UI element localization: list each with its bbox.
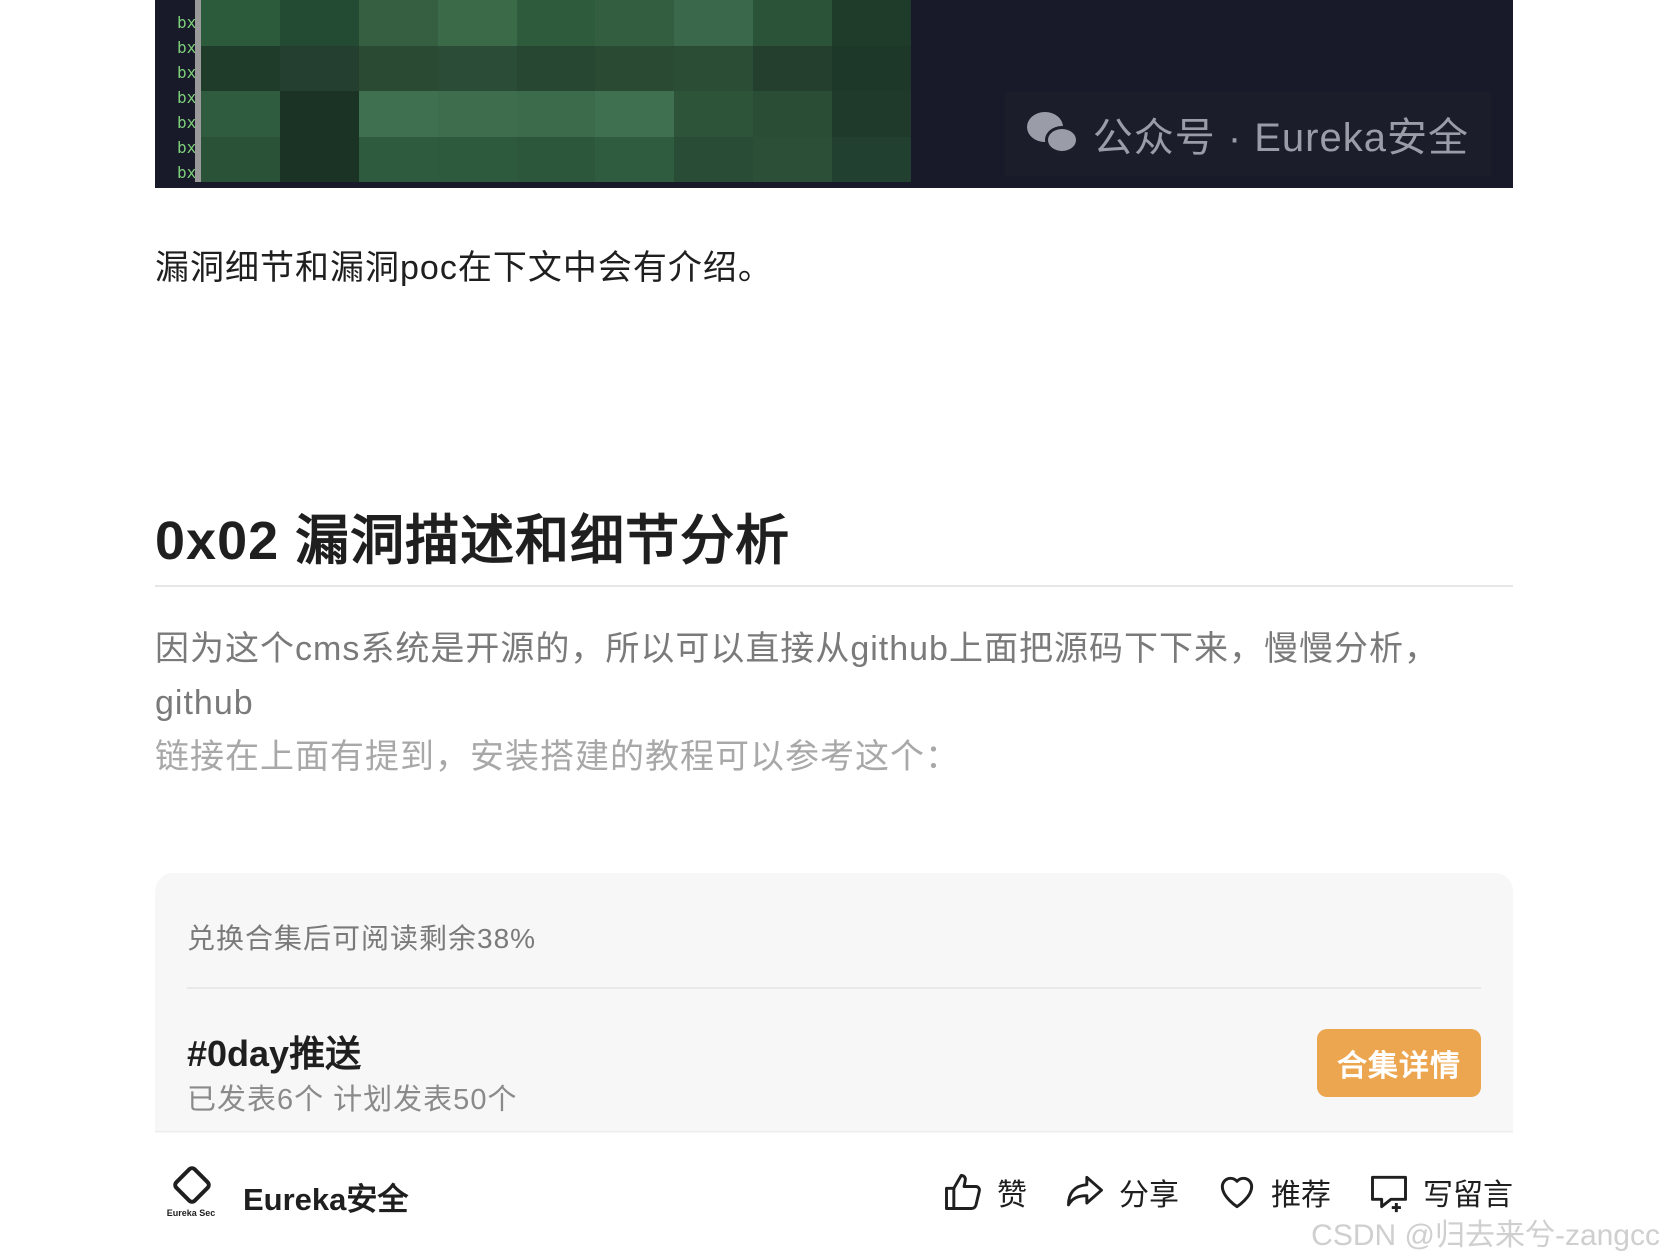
- mosaic-cell: [516, 45, 596, 91]
- mosaic-cell: [437, 45, 517, 91]
- mosaic-cell: [753, 91, 833, 137]
- mosaic-cell: [674, 45, 754, 91]
- mosaic-cell: [516, 0, 596, 46]
- share-button[interactable]: 分享: [1063, 1170, 1179, 1214]
- watermark-text: 公众号 · Eureka安全: [1092, 116, 1469, 160]
- account-logo: Eureka Sec: [163, 1163, 219, 1224]
- thumbs-up-icon: [945, 1174, 981, 1210]
- terminal-prefix-column: bx bx bx bx bx bx bx: [177, 10, 197, 185]
- terminal-prefix: bx: [177, 138, 197, 157]
- comment-label: 写留言: [1423, 1179, 1513, 1212]
- mosaic-cell: [595, 91, 675, 137]
- recommend-label: 推荐: [1271, 1179, 1331, 1212]
- mosaic-cell: [595, 45, 675, 91]
- terminal-prefix: bx: [177, 38, 197, 57]
- paragraph-line-faded: 链接在上面有提到，安装搭建的教程可以参考这个：: [155, 738, 960, 776]
- mosaic-cell: [516, 136, 596, 182]
- mosaic-cell: [753, 45, 833, 91]
- terminal-prefix: bx: [177, 163, 197, 182]
- mosaic-cell: [201, 91, 280, 137]
- mosaic-cell: [437, 91, 517, 137]
- intro-paragraph: 漏洞细节和漏洞poc在下文中会有介绍。: [155, 249, 773, 287]
- mosaic-cell: [437, 0, 517, 46]
- share-label: 分享: [1119, 1179, 1179, 1212]
- image-watermark: 公众号 · Eureka安全: [1004, 92, 1491, 176]
- mosaic-cell: [279, 0, 359, 46]
- mosaic-cell: [832, 91, 911, 137]
- terminal-prefix: bx: [177, 113, 197, 132]
- section-divider: [155, 585, 1513, 587]
- logo-text: Eureka Sec: [166, 1208, 216, 1218]
- mosaic-cell: [358, 91, 438, 137]
- action-group: 赞 分享 推荐 写留言: [941, 1170, 1513, 1214]
- mosaic-cell: [832, 136, 911, 182]
- heart-icon: [1220, 1176, 1254, 1209]
- terminal-prefix: bx: [177, 13, 197, 32]
- terminal-prefix: bx: [177, 63, 197, 82]
- mosaic-cell: [358, 0, 438, 46]
- article-image: bx bx bx bx bx bx bx 公众号 · Eureka安全: [155, 0, 1513, 188]
- paragraph-line: 因为这个cms系统是开源的，所以可以直接从github上面把源码下下来，慢慢分析…: [155, 630, 1439, 722]
- mosaic-cell: [201, 136, 280, 182]
- mosaic-cell: [358, 136, 438, 182]
- csdn-watermark: CSDN @归去来兮-zangcc: [1311, 1219, 1660, 1252]
- mosaic-cell: [674, 0, 754, 46]
- mosaic-cell: [358, 45, 438, 91]
- account-link[interactable]: Eureka Sec Eureka安全: [163, 1163, 409, 1224]
- mosaic-cell: [437, 136, 517, 182]
- share-icon: [1067, 1175, 1103, 1207]
- collection-detail-button[interactable]: 合集详情: [1317, 1029, 1481, 1097]
- collection-stats: 已发表6个 计划发表50个: [187, 1084, 518, 1116]
- mosaic-cell: [279, 136, 359, 182]
- collection-title[interactable]: #0day推送: [187, 1025, 361, 1077]
- mosaic-cell: [201, 45, 280, 91]
- mosaic-cell: [201, 0, 280, 46]
- mosaic-cell: [279, 45, 359, 91]
- like-label: 赞: [997, 1179, 1027, 1212]
- body-paragraph: 因为这个cms系统是开源的，所以可以直接从github上面把源码下下来，慢慢分析…: [155, 622, 1513, 784]
- wechat-icon: [1026, 112, 1081, 156]
- mosaic-cell: [279, 91, 359, 137]
- paywall-divider: [187, 987, 1481, 989]
- mosaic-cell: [595, 136, 675, 182]
- paywall-card: 兑换合集后可阅读剩余38% #0day推送 已发表6个 计划发表50个 合集详情: [155, 873, 1513, 1133]
- mosaic-cell: [753, 0, 833, 46]
- mosaic-cell: [516, 91, 596, 137]
- mosaic-cell: [832, 0, 911, 46]
- comment-icon: [1371, 1175, 1407, 1213]
- recommend-button[interactable]: 推荐: [1215, 1170, 1331, 1214]
- bottom-action-bar: Eureka Sec Eureka安全 赞 分享 推荐 写留言: [155, 1132, 1513, 1256]
- terminal-prefix: bx: [177, 88, 197, 107]
- account-name: Eureka安全: [243, 1181, 409, 1217]
- like-button[interactable]: 赞: [941, 1170, 1027, 1214]
- section-title: 0x02 漏洞描述和细节分析: [155, 511, 791, 571]
- comment-button[interactable]: 写留言: [1367, 1170, 1513, 1214]
- paywall-note: 兑换合集后可阅读剩余38%: [187, 923, 537, 954]
- mosaic-cell: [832, 45, 911, 91]
- mosaic-cell: [595, 0, 675, 46]
- mosaic-cell: [674, 91, 754, 137]
- mosaic-cell: [753, 136, 833, 182]
- pixelated-mosaic: [201, 0, 911, 182]
- mosaic-cell: [674, 136, 754, 182]
